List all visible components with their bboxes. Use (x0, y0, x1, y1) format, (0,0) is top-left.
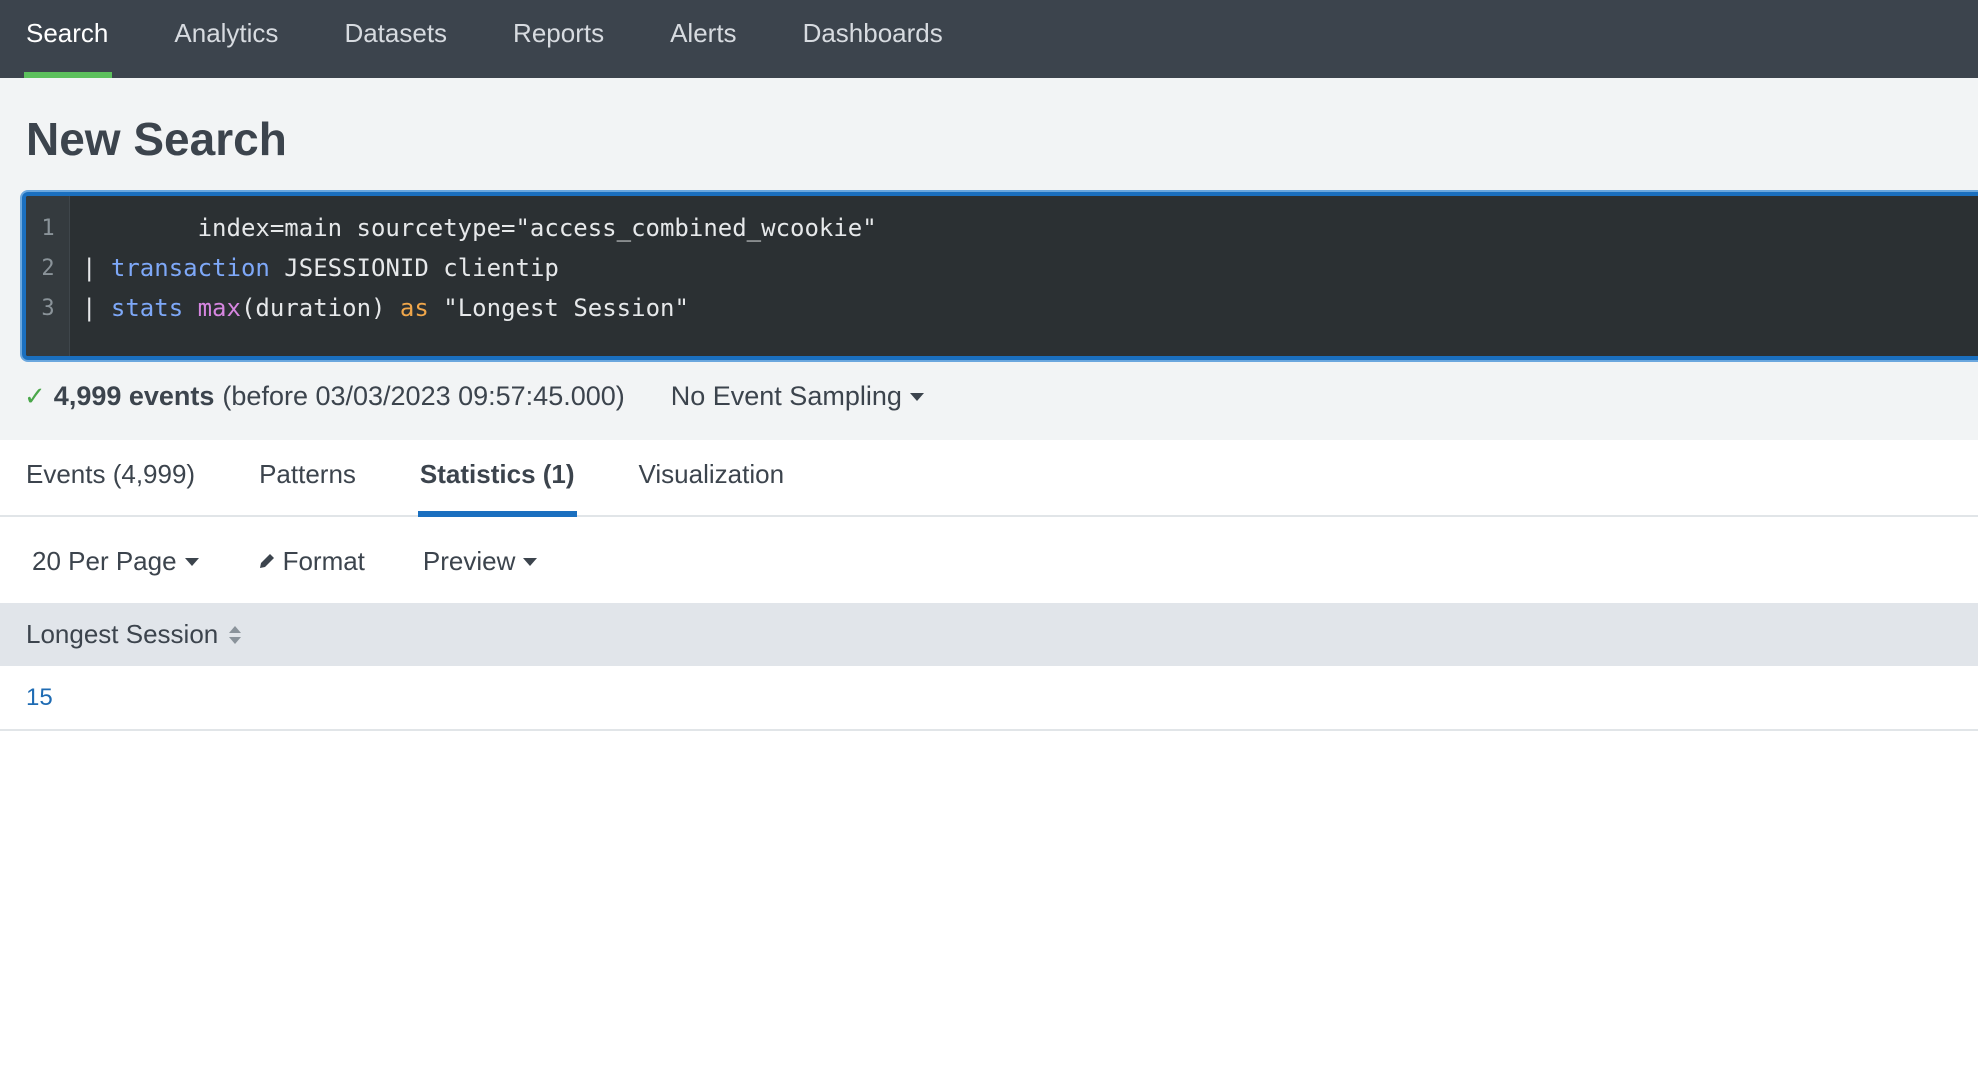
top-nav: Search Analytics Datasets Reports Alerts… (0, 0, 1978, 78)
editor-line-2[interactable]: 2 | transaction JSESSIONID clientip (26, 248, 559, 288)
code-token: JSESSIONID clientip (269, 254, 559, 282)
column-header-longest-session[interactable]: Longest Session (26, 619, 218, 650)
page-title: New Search (26, 113, 287, 165)
preview-dropdown[interactable]: Preview (422, 545, 538, 577)
time-range-text: (before 03/03/2023 09:57:45.000) (222, 380, 625, 411)
nav-item-alerts[interactable]: Alerts (670, 0, 736, 78)
code-line[interactable]: | transaction JSESSIONID clientip (70, 254, 559, 282)
event-sampling-dropdown[interactable]: No Event Sampling (671, 381, 924, 412)
code-line[interactable]: | stats max(duration) as "Longest Sessio… (70, 294, 689, 322)
tab-patterns[interactable]: Patterns (259, 440, 356, 515)
per-page-label: 20 Per Page (32, 545, 177, 576)
search-query-editor[interactable]: 1 index=main sourcetype="access_combined… (22, 192, 1978, 360)
format-button[interactable]: Format (257, 546, 365, 577)
results-toolbar: 20 Per Page Format Preview (0, 519, 1978, 603)
code-token: index=main sourcetype="access_combined_w… (197, 214, 877, 242)
table-cell-longest-session[interactable]: 15 (26, 684, 53, 712)
code-token: "Longest Session" (428, 294, 689, 322)
per-page-dropdown[interactable]: 20 Per Page (32, 546, 199, 577)
sort-icon[interactable] (228, 624, 242, 646)
format-label: Format (282, 545, 365, 576)
nav-item-dashboards[interactable]: Dashboards (803, 0, 943, 78)
event-count: 4,999 events (53, 380, 215, 411)
nav-item-reports[interactable]: Reports (513, 0, 604, 78)
code-token-keyword: as (399, 294, 429, 322)
code-token: | (82, 294, 111, 322)
nav-item-analytics[interactable]: Analytics (174, 0, 278, 78)
code-token-command: transaction (110, 254, 270, 282)
code-token: (duration) (240, 294, 400, 322)
code-token: | (82, 254, 111, 282)
editor-line-1[interactable]: 1 index=main sourcetype="access_combined… (26, 208, 877, 248)
code-token-command: stats (110, 294, 184, 322)
table-header: Longest Session (0, 603, 1978, 666)
line-number: 3 (41, 295, 55, 321)
line-number: 2 (41, 255, 55, 281)
tab-visualization[interactable]: Visualization (639, 440, 785, 515)
caret-down-icon (909, 393, 924, 401)
code-token-function: max (197, 294, 241, 322)
search-area: New Search 1 index=main sourcetype="acce… (0, 78, 1978, 440)
pencil-icon (259, 554, 274, 568)
editor-line-3[interactable]: 3 | stats max(duration) as "Longest Sess… (26, 288, 689, 328)
nav-item-datasets[interactable]: Datasets (344, 0, 447, 78)
tab-statistics[interactable]: Statistics (1) (417, 440, 577, 517)
event-sampling-label: No Event Sampling (670, 380, 902, 411)
table-row[interactable]: 15 (0, 666, 1978, 731)
results-tabs: Events (4,999) Patterns Statistics (1) V… (0, 440, 1978, 517)
caret-down-icon (523, 558, 538, 566)
tab-events[interactable]: Events (4,999) (26, 440, 195, 515)
nav-item-search[interactable]: Search (23, 0, 113, 78)
check-icon: ✓ (24, 380, 46, 411)
preview-label: Preview (422, 545, 516, 576)
search-status: ✓ 4,999 events (before 03/03/2023 09:57:… (24, 378, 924, 414)
line-number: 1 (41, 215, 55, 241)
caret-down-icon (184, 558, 199, 566)
